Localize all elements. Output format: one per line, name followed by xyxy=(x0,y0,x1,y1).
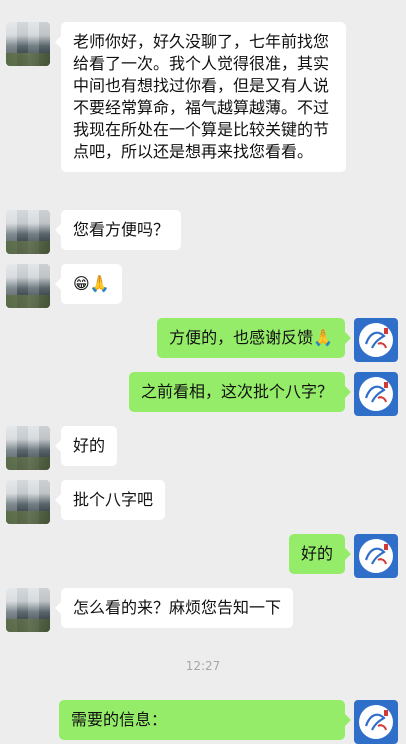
message-bubble[interactable]: 方便的，也感谢反馈🙏 xyxy=(157,318,351,358)
self-avatar[interactable] xyxy=(354,318,398,362)
message-bubble[interactable]: 批个八字吧 xyxy=(54,480,166,520)
contact-avatar[interactable] xyxy=(6,22,50,66)
message-bubble[interactable]: 之前看相，这次批个八字？ xyxy=(128,372,352,412)
calligraphy-logo-icon xyxy=(359,323,393,357)
message-emoji: 😁🙏 xyxy=(73,274,110,293)
calligraphy-logo-icon xyxy=(359,377,393,411)
message-text: 方便的，也感谢反馈🙏 xyxy=(169,328,333,347)
message-text: 需要的信息： xyxy=(71,710,168,729)
contact-avatar[interactable] xyxy=(6,480,50,524)
calligraphy-logo-icon xyxy=(359,705,393,739)
message-bubble[interactable]: 老师你好，好久没聊了，七年前找您给看了一次。我个人觉得很准，其实中间也有想找过你… xyxy=(55,22,346,172)
message-text: 您看方便吗？ xyxy=(73,220,170,239)
contact-avatar[interactable] xyxy=(6,264,50,308)
contact-avatar[interactable] xyxy=(6,426,50,470)
contact-avatar[interactable] xyxy=(6,588,50,632)
calligraphy-logo-icon xyxy=(359,539,393,573)
message-bubble[interactable]: 怎么看的来？麻烦您告知一下 xyxy=(54,588,294,628)
message-text: 怎么看的来？麻烦您告知一下 xyxy=(73,598,282,617)
chat-area[interactable]: 老师你好，好久没聊了，七年前找您给看了一次。我个人觉得很准，其实中间也有想找过你… xyxy=(0,0,406,744)
contact-avatar[interactable] xyxy=(6,210,50,254)
message-text: 老师你好，好久没聊了，七年前找您给看了一次。我个人觉得很准，其实中间也有想找过你… xyxy=(73,32,330,161)
message-bubble[interactable]: 好的 xyxy=(288,534,352,574)
message-bubble[interactable]: 您看方便吗？ xyxy=(54,210,182,250)
timestamp: 12:27 xyxy=(185,659,221,673)
self-avatar[interactable] xyxy=(354,372,398,416)
self-avatar[interactable] xyxy=(354,700,398,744)
message-bubble[interactable]: 😁🙏 xyxy=(55,264,122,304)
message-text: 好的 xyxy=(300,544,333,563)
self-avatar[interactable] xyxy=(354,534,398,578)
message-text: 之前看相，这次批个八字？ xyxy=(140,382,333,401)
message-text: 批个八字吧 xyxy=(73,490,154,509)
message-text: 好的 xyxy=(73,436,106,455)
message-bubble[interactable]: 好的 xyxy=(54,426,118,466)
message-bubble[interactable]: 需要的信息： xyxy=(59,700,351,740)
